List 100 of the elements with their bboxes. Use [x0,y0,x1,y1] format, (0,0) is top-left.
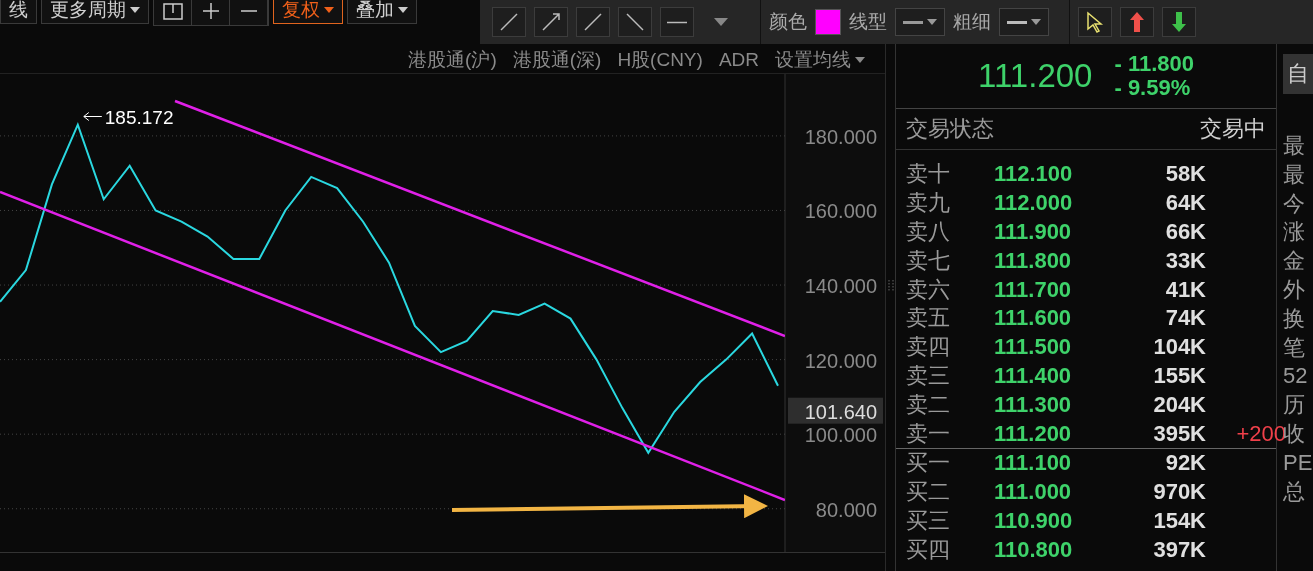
stat-label: 金 [1283,247,1306,276]
order-price: 111.600 [994,305,1073,332]
order-level: 卖四 [906,334,951,361]
order-volume: 154K [1152,507,1206,534]
line-tool-button[interactable] [576,7,610,37]
side-button[interactable]: 自 [1283,54,1313,94]
line-tool-icon [626,13,644,31]
stat-label: 今 [1283,189,1306,218]
axis-label: 160.000 [804,200,877,223]
last-price: 111.200 [978,57,1093,95]
max-price-label: 185.172 [104,106,174,128]
order-level: 卖七 [906,247,951,274]
axis-label: 100.000 [804,424,877,447]
line-width-select[interactable] [999,8,1049,36]
stat-label: 笔 [1283,333,1306,362]
stat-label: 最 [1283,160,1306,189]
order-volume: 64K [1164,190,1206,217]
line-tool-icon [584,13,602,31]
caret-icon [398,7,408,13]
order-price: 111.300 [994,391,1073,418]
line-sample-icon [903,20,923,24]
axis-label: 120.000 [804,349,877,372]
caret-icon [927,19,937,25]
order-volume: 155K [1152,362,1206,389]
stat-label: 收 [1283,419,1306,448]
line-style-label: 线型 [849,10,887,34]
minus-icon[interactable] [230,0,268,25]
cursor-button[interactable] [1078,7,1112,37]
stat-label: 最 [1283,132,1306,160]
link[interactable]: 港股通(深) [512,49,602,70]
leader-arrow [83,112,103,121]
order-price: 111.400 [994,362,1073,389]
order-change: +200 [1235,420,1286,447]
order-level: 买一 [906,450,951,477]
current-price-tag: 101.640 [788,397,883,424]
order-price: 110.800 [994,536,1074,563]
stat-label: 外 [1283,276,1306,304]
caret-icon[interactable] [714,18,728,26]
down-arrow-button[interactable] [1162,7,1196,37]
axis-label: 140.000 [804,275,877,298]
toolbar-button[interactable]: 更多周期 [41,0,149,24]
price-change: - 11.800 [1114,52,1194,76]
order-volume: 92K [1164,450,1206,477]
toolbar-button[interactable]: 线 [0,0,37,24]
order-price: 111.900 [994,219,1073,245]
color-label: 颜色 [769,10,807,34]
link[interactable]: ADR [718,49,759,70]
order-volume: 66K [1164,219,1206,245]
caret-icon [1031,19,1041,25]
link[interactable]: H股(CNY) [617,49,703,70]
up-arrow-icon [1129,11,1145,33]
order-price: 111.700 [994,276,1073,303]
line-tool-icon [500,13,518,31]
order-price: 111.500 [994,334,1073,361]
line-tool-button[interactable] [492,7,526,37]
window-icon[interactable] [154,0,192,25]
stat-label: 总 [1283,477,1306,506]
line-tool-button[interactable] [618,7,652,37]
caret-icon [324,7,334,13]
percent-change: - 9.59% [1114,76,1192,100]
stat-label: 52 [1283,362,1309,391]
order-price: 111.100 [994,450,1073,477]
order-price: 112.100 [994,161,1074,188]
order-price: 111.800 [994,247,1073,274]
order-level: 卖二 [906,391,951,418]
line-tool-icon [542,13,560,31]
stat-label: 涨 [1283,218,1306,247]
order-volume: 104K [1152,334,1206,361]
order-price: 112.000 [994,190,1074,217]
stat-label: 换 [1283,304,1306,333]
order-price: 110.900 [994,507,1074,534]
line-style-select[interactable] [895,8,945,36]
line-tool-button[interactable] [534,7,568,37]
order-level: 买三 [906,507,951,534]
status-label: 交易状态 [906,115,994,143]
toolbar-button[interactable]: 复权 [273,0,343,24]
order-volume: 41K [1164,276,1206,303]
plus-icon[interactable] [192,0,230,25]
order-volume: 33K [1164,247,1206,274]
link[interactable]: 港股通(沪) [408,49,497,70]
up-arrow-button[interactable] [1120,7,1154,37]
status-value: 交易中 [1200,115,1266,143]
order-level: 卖九 [906,190,951,217]
stat-label: PE [1283,448,1313,477]
order-volume: 74K [1164,305,1206,332]
order-volume: 395K [1152,420,1206,447]
order-level: 买四 [906,536,951,563]
line-width-label: 粗细 [953,10,991,34]
order-level: 卖十 [906,161,951,188]
order-level: 卖三 [906,362,951,389]
grip-icon[interactable] [887,278,894,293]
order-level: 卖一 [906,420,951,447]
order-volume: 397K [1152,536,1206,563]
color-swatch[interactable] [815,9,841,35]
order-price: 111.200 [994,420,1073,447]
toolbar-button[interactable]: 叠加 [347,0,417,24]
order-volume: 970K [1152,479,1206,506]
axis-label: 80.000 [815,498,877,521]
dropdown-link[interactable]: 设置均线 [775,49,865,70]
line-tool-icon [667,20,687,24]
